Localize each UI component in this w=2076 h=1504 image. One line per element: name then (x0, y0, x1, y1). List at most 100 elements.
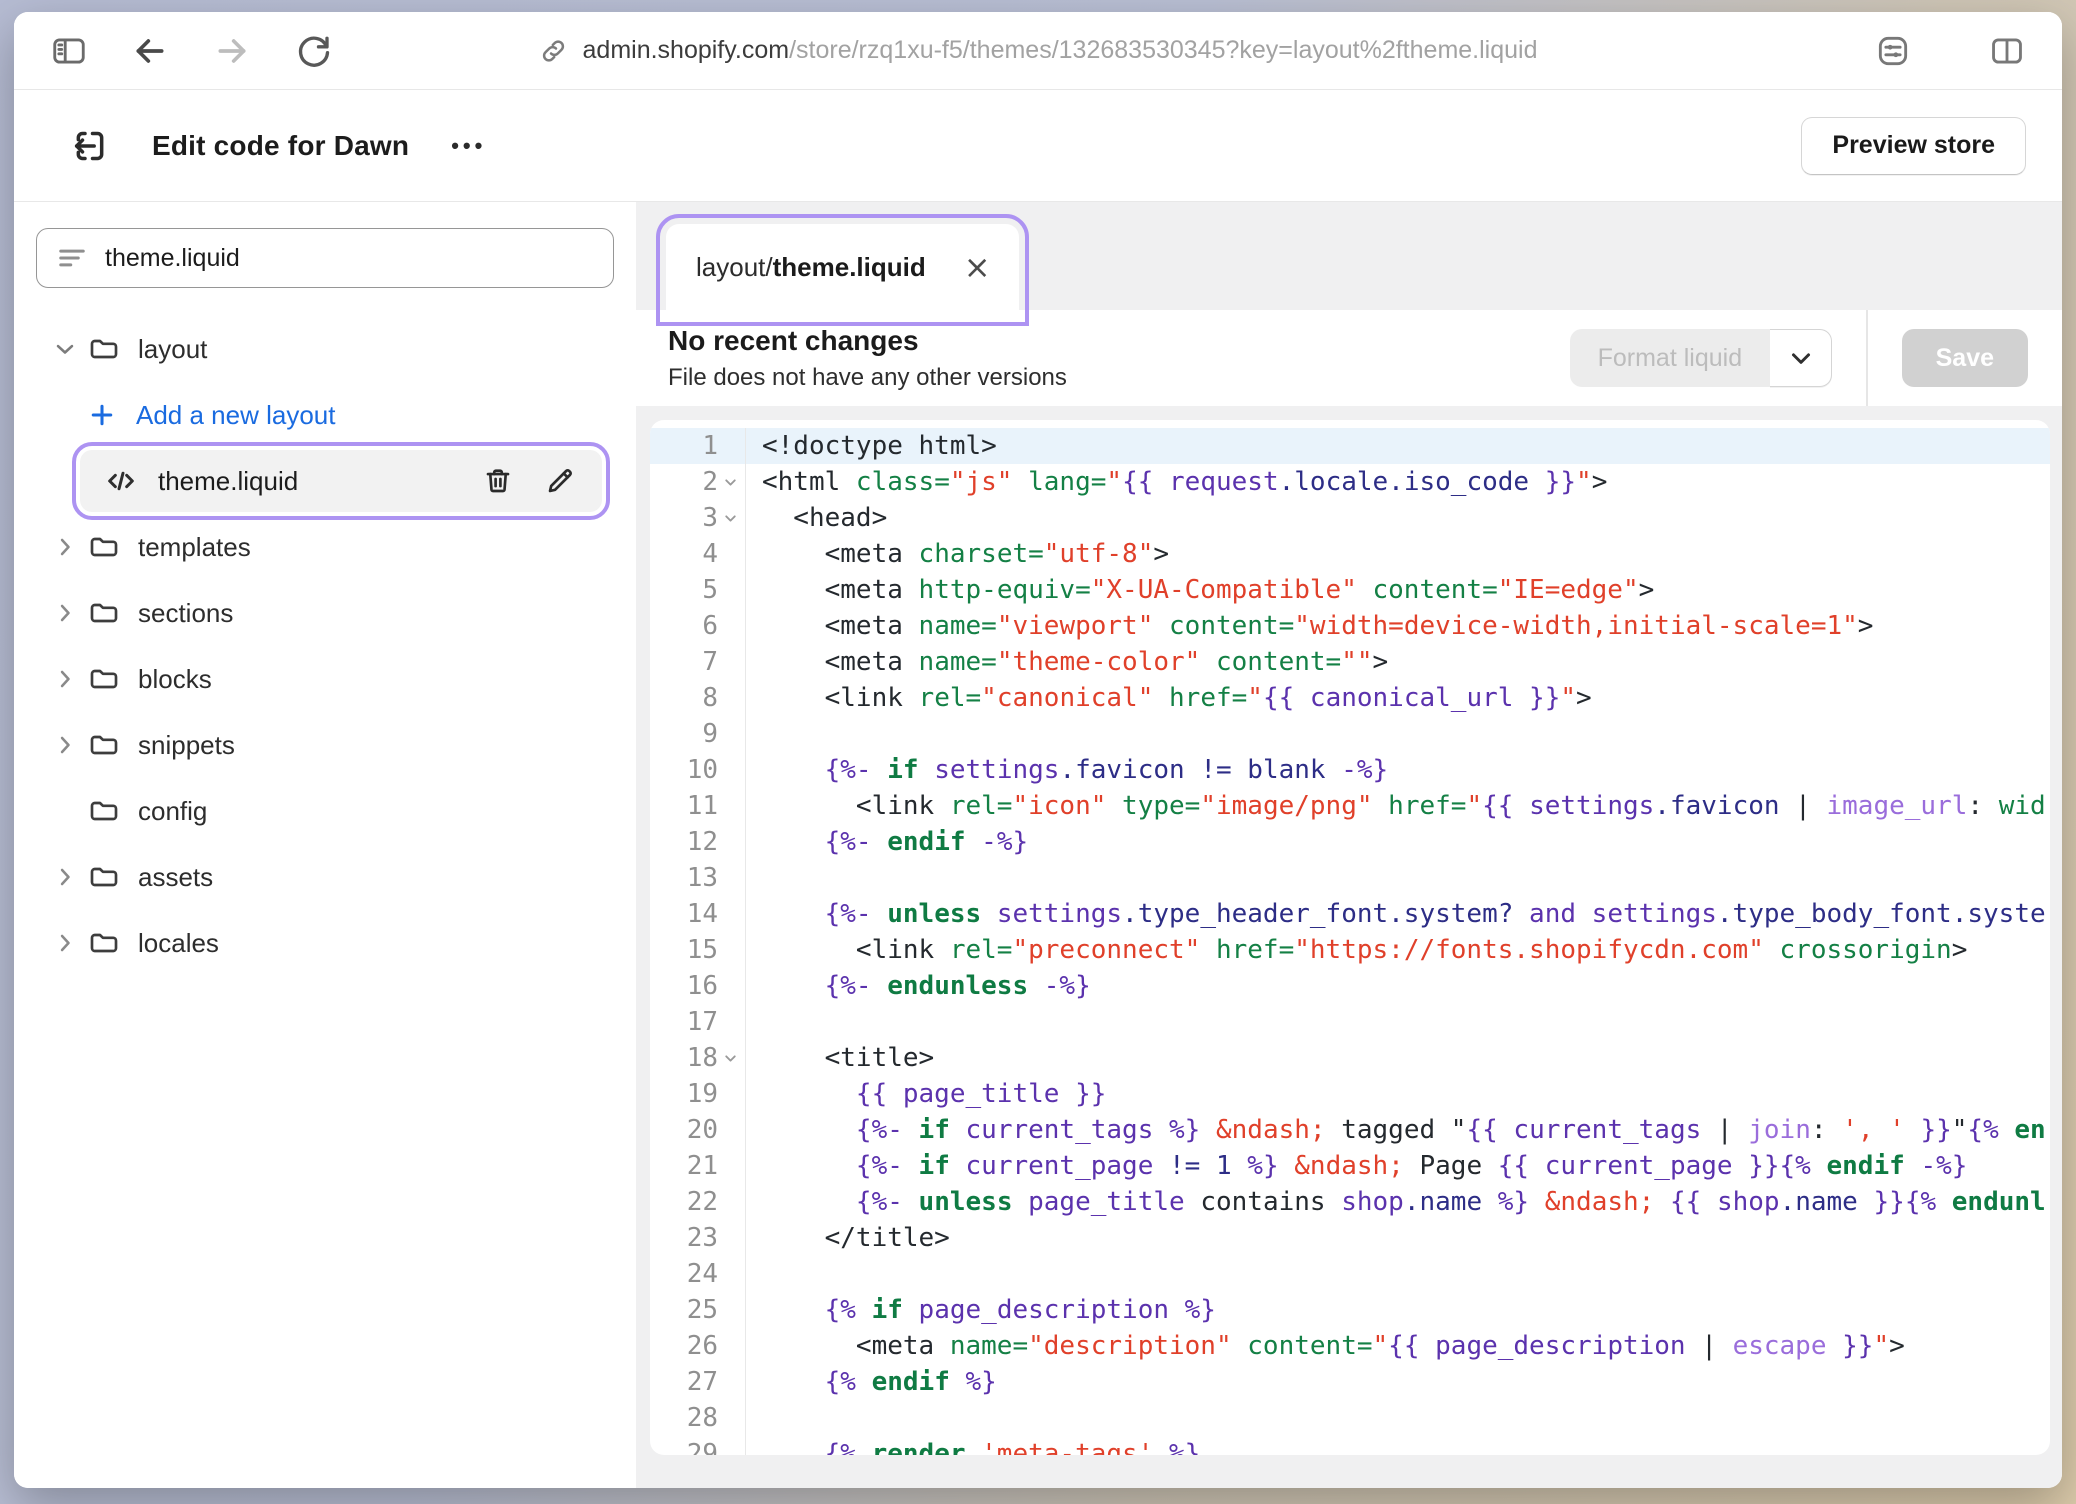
gutter: 23 (650, 1220, 746, 1256)
code-line-29[interactable]: 29 {% render 'meta-tags' %} (650, 1436, 2050, 1455)
fold-toggle-icon[interactable] (718, 510, 742, 527)
gutter: 3 (650, 500, 746, 536)
code-text: {% if page_description %} (746, 1292, 2050, 1328)
sidebar-item-sections[interactable]: sections (36, 580, 614, 646)
sidebar-item-snippets[interactable]: snippets (36, 712, 614, 778)
code-line-20[interactable]: 20 {%- if current_tags %} &ndash; tagged… (650, 1112, 2050, 1148)
code-line-21[interactable]: 21 {%- if current_page != 1 %} &ndash; P… (650, 1148, 2050, 1184)
page-settings-button[interactable] (1868, 26, 1918, 76)
code-line-17[interactable]: 17 (650, 1004, 2050, 1040)
code-text: {%- if current_tags %} &ndash; tagged "{… (746, 1112, 2050, 1148)
overflow-menu-button[interactable]: ••• (451, 133, 486, 159)
code-text: <link rel="canonical" href="{{ canonical… (746, 680, 2050, 716)
code-line-15[interactable]: 15 <link rel="preconnect" href="https://… (650, 932, 2050, 968)
gutter: 1 (650, 428, 746, 464)
chevron-right-icon[interactable] (50, 929, 80, 957)
code-line-4[interactable]: 4 <meta charset="utf-8"> (650, 536, 2050, 572)
exit-icon (70, 126, 110, 166)
code-line-13[interactable]: 13 (650, 860, 2050, 896)
line-number: 4 (650, 539, 718, 569)
code-line-5[interactable]: 5 <meta http-equiv="X-UA-Compatible" con… (650, 572, 2050, 608)
gutter: 21 (650, 1148, 746, 1184)
code-line-18[interactable]: 18 <title> (650, 1040, 2050, 1076)
code-line-8[interactable]: 8 <link rel="canonical" href="{{ canonic… (650, 680, 2050, 716)
pencil-icon (544, 465, 576, 497)
code-text: <meta name="description" content="{{ pag… (746, 1328, 2050, 1364)
forward-arrow-icon (212, 31, 252, 71)
code-line-14[interactable]: 14 {%- unless settings.type_header_font.… (650, 896, 2050, 932)
exit-code-editor-button[interactable] (66, 122, 114, 170)
code-text: <title> (746, 1040, 2050, 1076)
file-search-box[interactable] (36, 228, 614, 288)
code-editor-panel: layout/theme.liquid × No recent changes … (636, 202, 2062, 1488)
line-number: 5 (650, 575, 718, 605)
code-line-3[interactable]: 3 <head> (650, 500, 2050, 536)
url-bar[interactable]: admin.shopify.com/store/rzq1xu-f5/themes… (539, 36, 1538, 66)
sidebar-item-locales[interactable]: locales (36, 910, 614, 976)
code-line-7[interactable]: 7 <meta name="theme-color" content=""> (650, 644, 2050, 680)
code-text: <meta name="viewport" content="width=dev… (746, 608, 2050, 644)
chevron-right-icon[interactable] (50, 731, 80, 759)
code-line-6[interactable]: 6 <meta name="viewport" content="width=d… (650, 608, 2050, 644)
code-line-12[interactable]: 12 {%- endif -%} (650, 824, 2050, 860)
code-line-2[interactable]: 2<html class="js" lang="{{ request.local… (650, 464, 2050, 500)
code-line-26[interactable]: 26 <meta name="description" content="{{ … (650, 1328, 2050, 1364)
format-liquid-dropdown-button[interactable] (1770, 329, 1832, 387)
page-settings-icon (1874, 32, 1912, 70)
line-number: 19 (650, 1079, 718, 1109)
delete-file-button[interactable] (480, 463, 516, 499)
reload-button[interactable] (288, 25, 340, 77)
code-line-25[interactable]: 25 {% if page_description %} (650, 1292, 2050, 1328)
preview-store-button[interactable]: Preview store (1801, 117, 2026, 175)
chevron-right-icon[interactable] (50, 599, 80, 627)
code-line-24[interactable]: 24 (650, 1256, 2050, 1292)
code-line-16[interactable]: 16 {%- endunless -%} (650, 968, 2050, 1004)
line-number: 7 (650, 647, 718, 677)
chevron-right-icon[interactable] (50, 665, 80, 693)
chevron-down-icon[interactable] (50, 335, 80, 363)
code-line-22[interactable]: 22 {%- unless page_title contains shop.n… (650, 1184, 2050, 1220)
format-liquid-button[interactable]: Format liquid (1570, 329, 1771, 387)
code-line-23[interactable]: 23 </title> (650, 1220, 2050, 1256)
code-text: {%- unless settings.type_header_font.sys… (746, 896, 2050, 932)
folder-icon (88, 597, 120, 629)
fold-toggle-icon[interactable] (718, 1050, 742, 1067)
sidebar-toggle-button[interactable] (44, 26, 94, 76)
add-layout-link[interactable]: Add a new layout (36, 382, 614, 448)
split-view-button[interactable] (1982, 26, 2032, 76)
code-line-1[interactable]: 1<!doctype html> (650, 428, 2050, 464)
code-line-11[interactable]: 11 <link rel="icon" type="image/png" hre… (650, 788, 2050, 824)
forward-button[interactable] (206, 25, 258, 77)
code-line-27[interactable]: 27 {% endif %} (650, 1364, 2050, 1400)
gutter: 25 (650, 1292, 746, 1328)
back-button[interactable] (124, 25, 176, 77)
gutter: 20 (650, 1112, 746, 1148)
fold-toggle-icon[interactable] (718, 474, 742, 491)
line-number: 10 (650, 755, 718, 785)
code-line-28[interactable]: 28 (650, 1400, 2050, 1436)
sidebar-item-assets[interactable]: assets (36, 844, 614, 910)
code-line-9[interactable]: 9 (650, 716, 2050, 752)
sidebar-item-templates[interactable]: templates (36, 514, 614, 580)
split-view-icon (1988, 32, 2026, 70)
file-search-input[interactable] (105, 244, 593, 273)
sidebar-item-theme-liquid-selected[interactable]: theme.liquid (80, 450, 602, 512)
code-icon (104, 464, 138, 498)
code-line-10[interactable]: 10 {%- if settings.favicon != blank -%} (650, 752, 2050, 788)
code-line-19[interactable]: 19 {{ page_title }} (650, 1076, 2050, 1112)
folder-icon (88, 333, 120, 365)
reload-icon (294, 31, 334, 71)
code-editor[interactable]: 1<!doctype html>2<html class="js" lang="… (650, 420, 2050, 1455)
rename-file-button[interactable] (542, 463, 578, 499)
page-title: Edit code for Dawn (152, 130, 409, 162)
save-button[interactable]: Save (1902, 329, 2028, 387)
line-number: 13 (650, 863, 718, 893)
chevron-right-icon[interactable] (50, 533, 80, 561)
chevron-right-icon[interactable] (50, 863, 80, 891)
sidebar-item-layout[interactable]: layout (36, 316, 614, 382)
sidebar-item-config[interactable]: config (36, 778, 614, 844)
sidebar-item-blocks[interactable]: blocks (36, 646, 614, 712)
line-number: 21 (650, 1151, 718, 1181)
tab-theme-liquid[interactable]: layout/theme.liquid × (666, 224, 1019, 316)
tab-close-button[interactable]: × (964, 251, 991, 283)
